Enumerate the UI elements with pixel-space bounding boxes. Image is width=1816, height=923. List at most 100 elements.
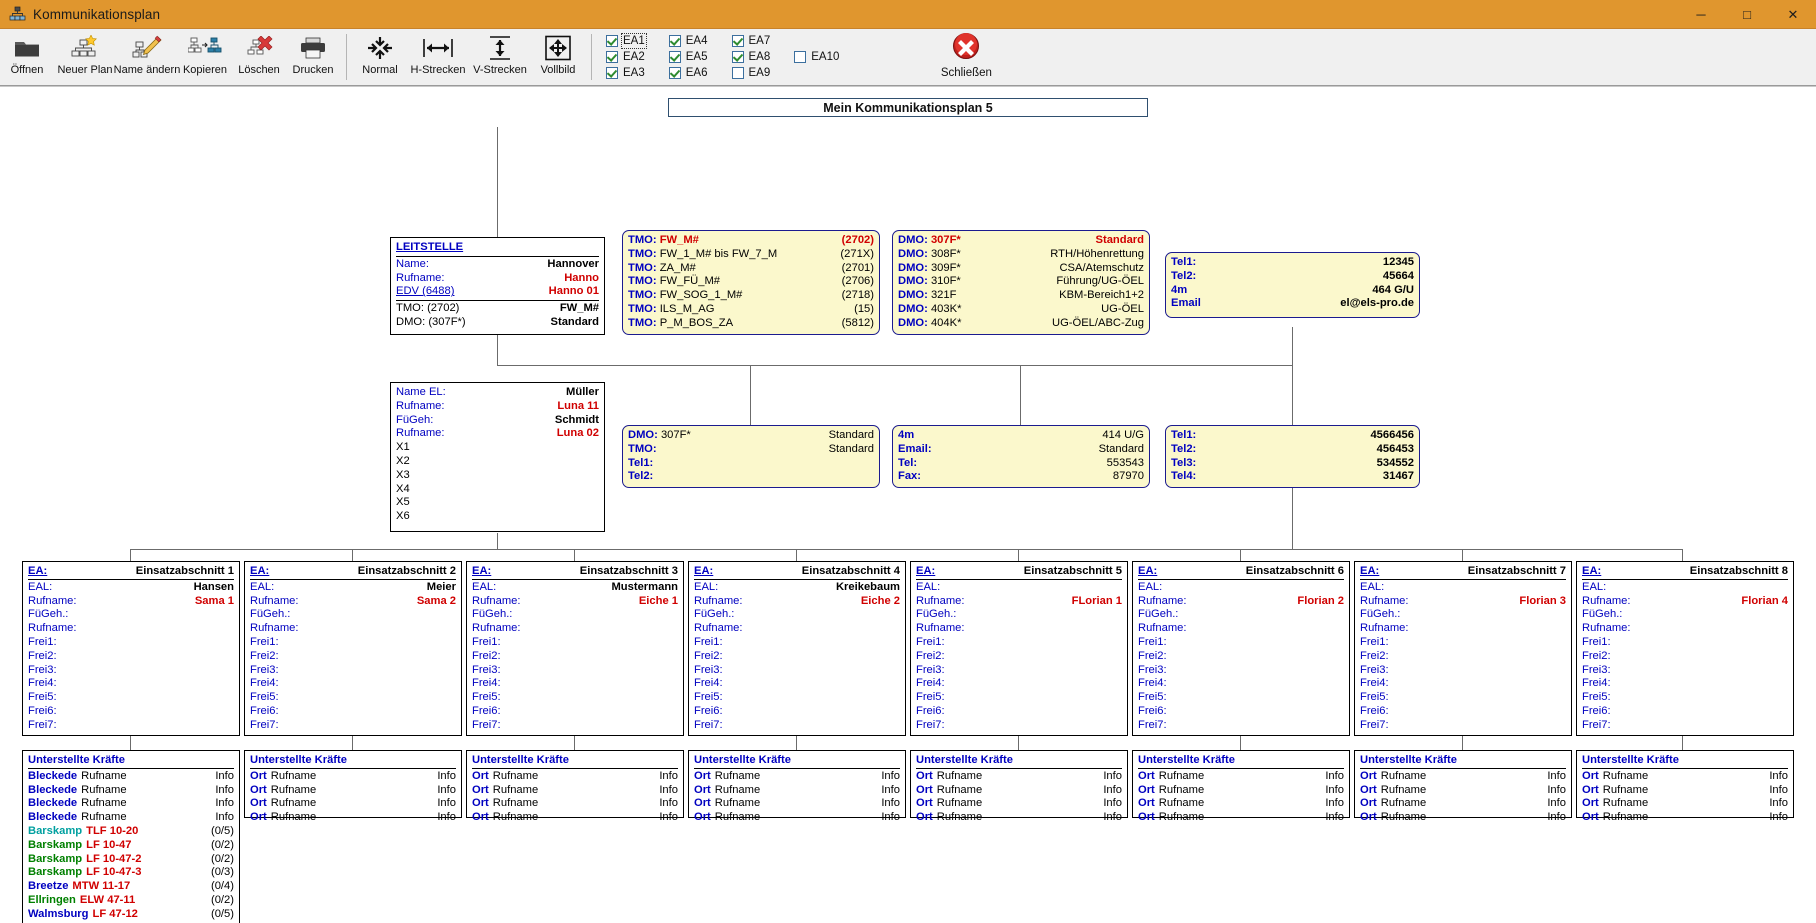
unterstellte-kraefte-row[interactable]: BleckedeRufnameInfo <box>28 811 234 825</box>
checkbox-ea7[interactable]: EA7 <box>732 34 771 48</box>
unterstellte-kraefte-row[interactable]: OrtRufnameInfo <box>1582 797 1788 811</box>
toolbar-button-name-aendern[interactable]: Name ändern <box>116 29 178 85</box>
checkbox-ea3[interactable]: EA3 <box>606 66 645 80</box>
einsatzabschnitt-box-8[interactable]: EA:Einsatzabschnitt 8EAL:Rufname:Florian… <box>1576 561 1794 736</box>
checkbox-ea9[interactable]: EA9 <box>732 66 771 80</box>
checkbox-ea5[interactable]: EA5 <box>669 50 708 64</box>
unterstellte-kraefte-row[interactable]: OrtRufnameInfo <box>694 770 900 784</box>
unterstellte-kraefte-row[interactable]: BleckedeRufnameInfo <box>28 797 234 811</box>
unterstellte-kraefte-row[interactable]: OrtRufnameInfo <box>1138 770 1344 784</box>
unterstellte-kraefte-row[interactable]: BarskampLF 10-47-2(0/2) <box>28 853 234 867</box>
unterstellte-kraefte-row[interactable]: OrtRufnameInfo <box>1582 811 1788 825</box>
unterstellte-kraefte-row[interactable]: OrtRufnameInfo <box>472 770 678 784</box>
einsatzabschnitt-box-7[interactable]: EA:Einsatzabschnitt 7EAL:Rufname:Florian… <box>1354 561 1572 736</box>
unterstellte-kraefte-row[interactable]: OrtRufnameInfo <box>1360 784 1566 798</box>
einsatzabschnitt-box-5[interactable]: EA:Einsatzabschnitt 5EAL:Rufname:FLorian… <box>910 561 1128 736</box>
unterstellte-kraefte-row[interactable]: OrtRufnameInfo <box>1360 811 1566 825</box>
unterstellte-kraefte-row[interactable]: OrtRufnameInfo <box>1582 770 1788 784</box>
unterstellte-kraefte-row[interactable]: OrtRufnameInfo <box>694 797 900 811</box>
leitstelle-contact-box[interactable]: Tel1: 12345 Tel2: 45664 4m 464 G/U Email… <box>1165 252 1420 318</box>
unterstellte-kraefte-row[interactable]: OrtRufnameInfo <box>472 797 678 811</box>
checkbox-box-ea1[interactable] <box>606 35 618 47</box>
toolbar-button-h-strecken[interactable]: H-Strecken <box>407 29 469 85</box>
unterstellte-kraefte-row[interactable]: WalmsburgLF 47-12(0/5) <box>28 908 234 922</box>
checkbox-box-ea6[interactable] <box>669 67 681 79</box>
unterstellte-kraefte-row[interactable]: OrtRufnameInfo <box>472 811 678 825</box>
einsatzabschnitt-box-1[interactable]: EA:Einsatzabschnitt 1EAL:HansenRufname:S… <box>22 561 240 736</box>
uk-ort: Ort <box>250 784 267 796</box>
checkbox-box-ea10[interactable] <box>794 51 806 63</box>
toolbar-label: Drucken <box>293 64 334 76</box>
unterstellte-kraefte-row[interactable]: BreetzeMTW 11-17(0/4) <box>28 880 234 894</box>
einsatzabschnitt-box-6[interactable]: EA:Einsatzabschnitt 6EAL:Rufname:Florian… <box>1132 561 1350 736</box>
unterstellte-kraefte-row[interactable]: OrtRufnameInfo <box>250 784 456 798</box>
unterstellte-kraefte-row[interactable]: OrtRufnameInfo <box>1360 797 1566 811</box>
toolbar-button-neuer-plan[interactable]: Neuer Plan <box>54 29 116 85</box>
schliessen-button[interactable]: Schließen <box>921 29 1011 85</box>
dmo-channel-box[interactable]: DMO: 307F* Standard DMO: 308F* RTH/Höhen… <box>892 230 1150 335</box>
unterstellte-kraefte-row[interactable]: OrtRufnameInfo <box>1138 797 1344 811</box>
checkbox-ea4[interactable]: EA4 <box>669 34 708 48</box>
unterstellte-kraefte-row[interactable]: EllringenELW 47-11(0/2) <box>28 894 234 908</box>
unterstellte-kraefte-row[interactable]: BleckedeRufnameInfo <box>28 770 234 784</box>
unterstellte-kraefte-box-4[interactable]: Unterstellte KräfteOrtRufnameInfoOrtRufn… <box>688 750 906 818</box>
checkbox-box-ea7[interactable] <box>732 35 744 47</box>
unterstellte-kraefte-row[interactable]: OrtRufnameInfo <box>1582 784 1788 798</box>
checkbox-ea8[interactable]: EA8 <box>732 50 771 64</box>
leitstelle-box[interactable]: LEITSTELLE Name: Hannover Rufname: Hanno… <box>390 237 605 335</box>
toolbar-button-drucken[interactable]: Drucken <box>286 29 340 85</box>
el-radio-box[interactable]: 4m 414 U/G Email: Standard Tel: 553543 F… <box>892 425 1150 488</box>
checkbox-box-ea9[interactable] <box>732 67 744 79</box>
unterstellte-kraefte-row[interactable]: OrtRufnameInfo <box>472 784 678 798</box>
checkbox-ea10[interactable]: EA10 <box>794 50 839 64</box>
toolbar-button-kopieren[interactable]: Kopieren <box>178 29 232 85</box>
unterstellte-kraefte-box-5[interactable]: Unterstellte KräfteOrtRufnameInfoOrtRufn… <box>910 750 1128 818</box>
unterstellte-kraefte-row[interactable]: OrtRufnameInfo <box>250 811 456 825</box>
checkbox-ea2[interactable]: EA2 <box>606 50 645 64</box>
tmo-channel-box[interactable]: TMO: FW_M# (2702) TMO: FW_1_M# bis FW_7_… <box>622 230 880 335</box>
toolbar-button-oeffnen[interactable]: Öffnen <box>0 29 54 85</box>
toolbar-button-v-strecken[interactable]: V-Strecken <box>469 29 531 85</box>
checkbox-box-ea8[interactable] <box>732 51 744 63</box>
einsatzabschnitt-box-2[interactable]: EA:Einsatzabschnitt 2EAL:MeierRufname:Sa… <box>244 561 462 736</box>
unterstellte-kraefte-row[interactable]: OrtRufnameInfo <box>916 784 1122 798</box>
checkbox-box-ea5[interactable] <box>669 51 681 63</box>
unterstellte-kraefte-row[interactable]: OrtRufnameInfo <box>250 797 456 811</box>
el-comm-box[interactable]: DMO: 307F* Standard TMO: Standard Tel1: … <box>622 425 880 488</box>
maximize-button[interactable]: □ <box>1724 0 1770 29</box>
unterstellte-kraefte-row[interactable]: OrtRufnameInfo <box>250 770 456 784</box>
checkbox-box-ea3[interactable] <box>606 67 618 79</box>
close-window-button[interactable]: ✕ <box>1770 0 1816 29</box>
checkbox-ea1[interactable]: EA1 <box>606 34 645 48</box>
unterstellte-kraefte-box-3[interactable]: Unterstellte KräfteOrtRufnameInfoOrtRufn… <box>466 750 684 818</box>
unterstellte-kraefte-box-6[interactable]: Unterstellte KräfteOrtRufnameInfoOrtRufn… <box>1132 750 1350 818</box>
unterstellte-kraefte-box-7[interactable]: Unterstellte KräfteOrtRufnameInfoOrtRufn… <box>1354 750 1572 818</box>
einsatzabschnitt-box-4[interactable]: EA:Einsatzabschnitt 4EAL:KreikebaumRufna… <box>688 561 906 736</box>
checkbox-box-ea4[interactable] <box>669 35 681 47</box>
unterstellte-kraefte-row[interactable]: OrtRufnameInfo <box>694 784 900 798</box>
unterstellte-kraefte-box-2[interactable]: Unterstellte KräfteOrtRufnameInfoOrtRufn… <box>244 750 462 818</box>
unterstellte-kraefte-row[interactable]: OrtRufnameInfo <box>1360 770 1566 784</box>
unterstellte-kraefte-row[interactable]: OrtRufnameInfo <box>1138 811 1344 825</box>
minimize-button[interactable]: ─ <box>1678 0 1724 29</box>
unterstellte-kraefte-row[interactable]: OrtRufnameInfo <box>916 797 1122 811</box>
unterstellte-kraefte-row[interactable]: OrtRufnameInfo <box>916 811 1122 825</box>
toolbar-button-loeschen[interactable]: Löschen <box>232 29 286 85</box>
el-tel-box[interactable]: Tel1: 4566456 Tel2: 456453 Tel3: 534552 … <box>1165 425 1420 488</box>
toolbar-button-normal[interactable]: Normal <box>353 29 407 85</box>
unterstellte-kraefte-row[interactable]: OrtRufnameInfo <box>694 811 900 825</box>
unterstellte-kraefte-row[interactable]: BarskampLF 10-47(0/2) <box>28 839 234 853</box>
dmo-desc: UG-ÖEL/ABC-Zug <box>1052 317 1144 331</box>
unterstellte-kraefte-row[interactable]: BarskampTLF 10-20(0/5) <box>28 825 234 839</box>
unterstellte-kraefte-row[interactable]: OrtRufnameInfo <box>1138 784 1344 798</box>
unterstellte-kraefte-row[interactable]: BleckedeRufnameInfo <box>28 784 234 798</box>
unterstellte-kraefte-box-8[interactable]: Unterstellte KräfteOrtRufnameInfoOrtRufn… <box>1576 750 1794 818</box>
toolbar-button-vollbild[interactable]: Vollbild <box>531 29 585 85</box>
unterstellte-kraefte-row[interactable]: BarskampLF 10-47-3(0/3) <box>28 866 234 880</box>
checkbox-ea6[interactable]: EA6 <box>669 66 708 80</box>
einsatzabschnitt-box-3[interactable]: EA:Einsatzabschnitt 3EAL:MustermannRufna… <box>466 561 684 736</box>
einsatzleitung-box[interactable]: Name EL: Müller Rufname: Luna 11 FüGeh: … <box>390 382 605 532</box>
checkbox-box-ea2[interactable] <box>606 51 618 63</box>
unterstellte-kraefte-row[interactable]: OrtRufnameInfo <box>916 770 1122 784</box>
unterstellte-kraefte-box-1[interactable]: Unterstellte KräfteBleckedeRufnameInfoBl… <box>22 750 240 923</box>
